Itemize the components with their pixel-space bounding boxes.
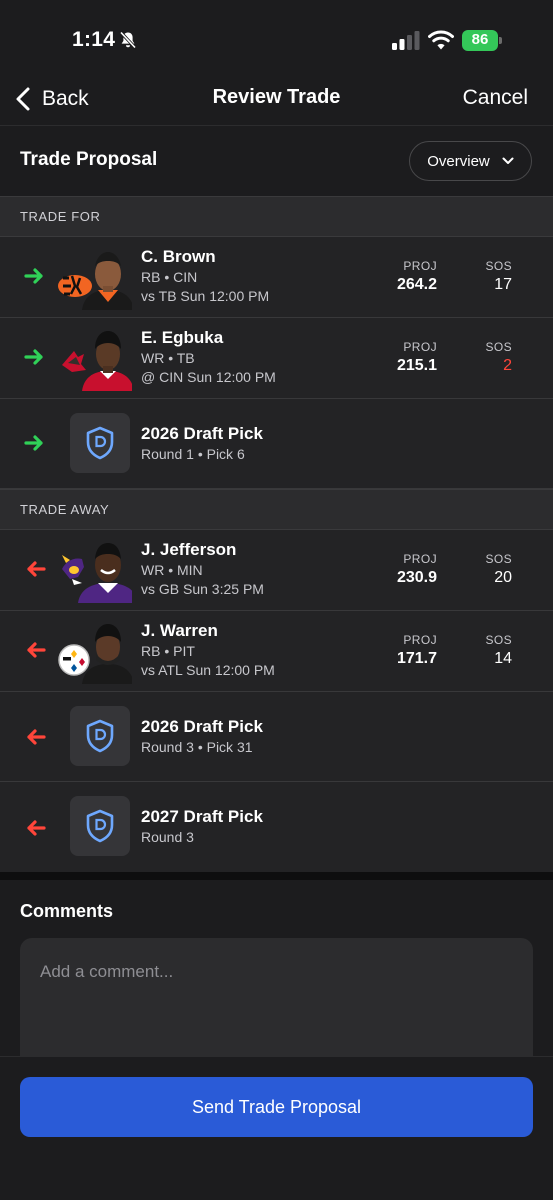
proposal-header: Trade Proposal Overview (0, 126, 553, 196)
player-position-team: RB • CIN (141, 269, 198, 285)
battery-level: 86 (471, 31, 489, 48)
sos-label: SOS (485, 633, 512, 647)
draft-pick-badge (70, 796, 130, 856)
wifi-icon (428, 30, 454, 50)
outgoing-arrow-icon (27, 642, 46, 658)
player-game: vs TB Sun 12:00 PM (141, 288, 270, 304)
sos-label: SOS (485, 259, 512, 273)
incoming-arrow-icon (24, 268, 43, 284)
player-name: J. Warren (141, 621, 218, 640)
status-time: 1:14 (72, 28, 116, 51)
incoming-arrow-icon (24, 349, 43, 365)
send-trade-proposal-button[interactable]: Send Trade Proposal (20, 1077, 533, 1137)
draft-pick-badge (70, 413, 130, 473)
footer: Send Trade Proposal (0, 1056, 553, 1200)
sos-label: SOS (485, 340, 512, 354)
pick-detail: Round 3 (141, 829, 194, 845)
draft-pick-row[interactable]: 2026 Draft Pick Round 1 • Pick 6 (0, 399, 553, 489)
pick-title: 2027 Draft Pick (141, 807, 263, 826)
proj-value: 171.7 (396, 650, 437, 667)
incoming-arrow-icon (24, 435, 43, 451)
trade-for-header: TRADE FOR (0, 196, 553, 237)
sos-value: 2 (503, 357, 512, 374)
player-row-j-jefferson[interactable]: J. Jefferson WR • MIN vs GB Sun 3:25 PM … (0, 530, 553, 611)
proposal-title: Trade Proposal (20, 149, 158, 170)
section-divider (0, 872, 553, 880)
player-avatar (58, 252, 132, 310)
overview-label: Overview (427, 152, 490, 170)
player-position-team: WR • MIN (141, 562, 203, 578)
player-name: E. Egbuka (141, 328, 224, 347)
sos-value: 17 (494, 276, 512, 293)
bell-slash-icon (119, 31, 137, 49)
player-row-e-egbuka[interactable]: E. Egbuka WR • TB @ CIN Sun 12:00 PM PRO… (0, 318, 553, 399)
draft-pick-badge (70, 706, 130, 766)
player-position-team: WR • TB (141, 350, 195, 366)
battery-icon: 86 (462, 30, 502, 51)
shield-icon (86, 719, 114, 753)
comments-title: Comments (20, 901, 114, 921)
nav-bar: Back Review Trade Cancel (0, 72, 553, 126)
back-label: Back (42, 87, 89, 110)
player-row-c-brown[interactable]: C. Brown RB • CIN vs TB Sun 12:00 PM PRO… (0, 237, 553, 318)
section-title: TRADE FOR (20, 209, 101, 224)
chevron-down-icon (502, 157, 514, 164)
comment-input[interactable] (20, 938, 533, 1056)
draft-pick-row[interactable]: 2026 Draft Pick Round 3 • Pick 31 (0, 692, 553, 782)
outgoing-arrow-icon (27, 561, 46, 577)
outgoing-arrow-icon (27, 729, 46, 745)
proj-label: PROJ (403, 340, 437, 354)
section-title: TRADE AWAY (20, 502, 110, 517)
player-avatar (62, 543, 132, 603)
shield-icon (86, 809, 114, 843)
proj-value: 264.2 (396, 276, 437, 293)
back-button[interactable]: Back (14, 84, 89, 114)
proj-value: 230.9 (396, 569, 437, 586)
draft-pick-row[interactable]: 2027 Draft Pick Round 3 (0, 782, 553, 872)
comments-section: Comments (0, 880, 553, 1056)
proj-value: 215.1 (396, 357, 437, 374)
shield-icon (86, 426, 114, 460)
player-avatar (58, 624, 132, 684)
trade-away-header: TRADE AWAY (0, 489, 553, 530)
chevron-left-icon (16, 87, 30, 111)
cancel-button[interactable]: Cancel (463, 86, 528, 110)
proj-label: PROJ (403, 259, 437, 273)
player-game: vs ATL Sun 12:00 PM (141, 662, 275, 678)
player-row-j-warren[interactable]: J. Warren RB • PIT vs ATL Sun 12:00 PM P… (0, 611, 553, 692)
player-game: vs GB Sun 3:25 PM (141, 581, 264, 597)
outgoing-arrow-icon (27, 820, 46, 836)
cellular-signal-icon (392, 31, 420, 50)
pick-title: 2026 Draft Pick (141, 717, 263, 736)
sos-label: SOS (485, 552, 512, 566)
status-bar: 1:14 86 (0, 0, 553, 80)
player-game: @ CIN Sun 12:00 PM (141, 369, 276, 385)
player-avatar (62, 331, 132, 391)
pick-detail: Round 3 • Pick 31 (141, 739, 253, 755)
player-name: C. Brown (141, 247, 216, 266)
pick-title: 2026 Draft Pick (141, 424, 263, 443)
player-position-team: RB • PIT (141, 643, 195, 659)
sos-value: 14 (494, 650, 512, 667)
proj-label: PROJ (403, 633, 437, 647)
comment-box (20, 938, 533, 1056)
sos-value: 20 (494, 569, 512, 586)
pick-detail: Round 1 • Pick 6 (141, 446, 245, 462)
player-name: J. Jefferson (141, 540, 237, 559)
overview-dropdown[interactable]: Overview (409, 141, 532, 181)
proj-label: PROJ (403, 552, 437, 566)
